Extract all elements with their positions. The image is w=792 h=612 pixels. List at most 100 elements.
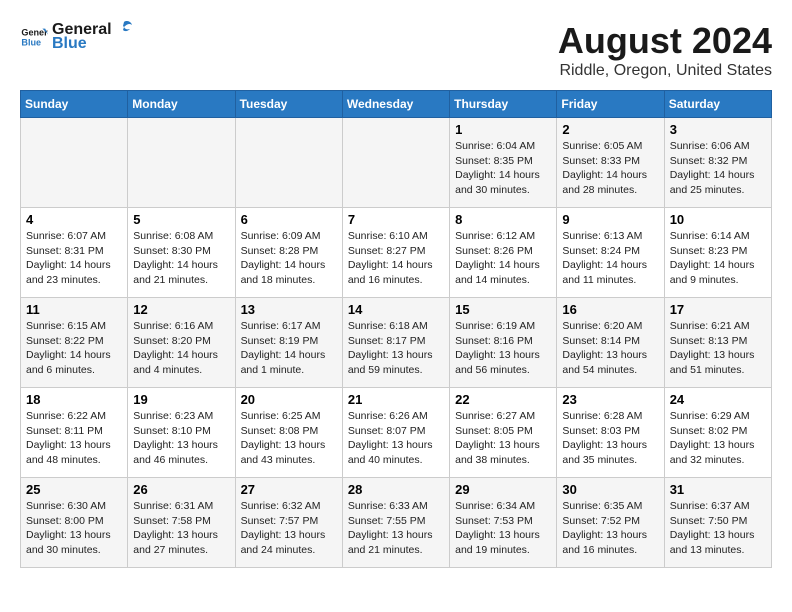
day-info: Sunrise: 6:25 AM Sunset: 8:08 PM Dayligh… bbox=[241, 409, 337, 468]
header-thursday: Thursday bbox=[450, 91, 557, 118]
day-info: Sunrise: 6:23 AM Sunset: 8:10 PM Dayligh… bbox=[133, 409, 229, 468]
day-number: 30 bbox=[562, 482, 658, 497]
calendar-cell: 21 Sunrise: 6:26 AM Sunset: 8:07 PM Dayli… bbox=[342, 388, 449, 478]
day-info: Sunrise: 6:18 AM Sunset: 8:17 PM Dayligh… bbox=[348, 319, 444, 378]
day-info: Sunrise: 6:09 AM Sunset: 8:28 PM Dayligh… bbox=[241, 229, 337, 288]
calendar-cell: 28 Sunrise: 6:33 AM Sunset: 7:55 PM Dayli… bbox=[342, 478, 449, 568]
calendar-cell: 8Sunrise: 6:12 AM Sunset: 8:26 PM Daylig… bbox=[450, 208, 557, 298]
page-subtitle: Riddle, Oregon, United States bbox=[558, 62, 772, 80]
calendar-week-0: 1Sunrise: 6:04 AM Sunset: 8:35 PM Daylig… bbox=[21, 118, 772, 208]
logo-icon: General Blue bbox=[20, 23, 48, 51]
calendar-cell: 14 Sunrise: 6:18 AM Sunset: 8:17 PM Dayli… bbox=[342, 298, 449, 388]
day-number: 6 bbox=[241, 212, 337, 227]
day-number: 13 bbox=[241, 302, 337, 317]
calendar-table: SundayMondayTuesdayWednesdayThursdayFrid… bbox=[20, 90, 772, 568]
day-info: Sunrise: 6:14 AM Sunset: 8:23 PM Dayligh… bbox=[670, 229, 766, 288]
page-header: General Blue General Blue August 2024 Ri… bbox=[20, 20, 772, 80]
day-info: Sunrise: 6:07 AM Sunset: 8:31 PM Dayligh… bbox=[26, 229, 122, 288]
day-number: 3 bbox=[670, 122, 766, 137]
day-info: Sunrise: 6:05 AM Sunset: 8:33 PM Dayligh… bbox=[562, 139, 658, 198]
day-info: Sunrise: 6:19 AM Sunset: 8:16 PM Dayligh… bbox=[455, 319, 551, 378]
day-number: 29 bbox=[455, 482, 551, 497]
logo-bird-icon bbox=[114, 20, 132, 34]
day-info: Sunrise: 6:12 AM Sunset: 8:26 PM Dayligh… bbox=[455, 229, 551, 288]
logo: General Blue General Blue bbox=[20, 20, 132, 53]
day-number: 19 bbox=[133, 392, 229, 407]
calendar-cell: 22 Sunrise: 6:27 AM Sunset: 8:05 PM Dayli… bbox=[450, 388, 557, 478]
calendar-cell: 25 Sunrise: 6:30 AM Sunset: 8:00 PM Dayli… bbox=[21, 478, 128, 568]
day-number: 21 bbox=[348, 392, 444, 407]
calendar-cell: 13 Sunrise: 6:17 AM Sunset: 8:19 PM Dayli… bbox=[235, 298, 342, 388]
calendar-cell: 18Sunrise: 6:22 AM Sunset: 8:11 PM Dayli… bbox=[21, 388, 128, 478]
calendar-cell: 31 Sunrise: 6:37 AM Sunset: 7:50 PM Dayli… bbox=[664, 478, 771, 568]
calendar-header-row: SundayMondayTuesdayWednesdayThursdayFrid… bbox=[21, 91, 772, 118]
day-info: Sunrise: 6:10 AM Sunset: 8:27 PM Dayligh… bbox=[348, 229, 444, 288]
day-info: Sunrise: 6:26 AM Sunset: 8:07 PM Dayligh… bbox=[348, 409, 444, 468]
day-info: Sunrise: 6:06 AM Sunset: 8:32 PM Dayligh… bbox=[670, 139, 766, 198]
day-number: 25 bbox=[26, 482, 122, 497]
day-number: 23 bbox=[562, 392, 658, 407]
calendar-week-2: 11Sunrise: 6:15 AM Sunset: 8:22 PM Dayli… bbox=[21, 298, 772, 388]
calendar-week-4: 25 Sunrise: 6:30 AM Sunset: 8:00 PM Dayli… bbox=[21, 478, 772, 568]
day-info: Sunrise: 6:17 AM Sunset: 8:19 PM Dayligh… bbox=[241, 319, 337, 378]
day-info: Sunrise: 6:08 AM Sunset: 8:30 PM Dayligh… bbox=[133, 229, 229, 288]
calendar-cell bbox=[21, 118, 128, 208]
day-number: 18 bbox=[26, 392, 122, 407]
calendar-cell: 24Sunrise: 6:29 AM Sunset: 8:02 PM Dayli… bbox=[664, 388, 771, 478]
calendar-cell: 16 Sunrise: 6:20 AM Sunset: 8:14 PM Dayli… bbox=[557, 298, 664, 388]
calendar-cell: 5 Sunrise: 6:08 AM Sunset: 8:30 PM Daylig… bbox=[128, 208, 235, 298]
day-number: 15 bbox=[455, 302, 551, 317]
day-number: 4 bbox=[26, 212, 122, 227]
calendar-cell bbox=[128, 118, 235, 208]
day-number: 9 bbox=[562, 212, 658, 227]
calendar-cell: 12Sunrise: 6:16 AM Sunset: 8:20 PM Dayli… bbox=[128, 298, 235, 388]
header-wednesday: Wednesday bbox=[342, 91, 449, 118]
calendar-cell: 26Sunrise: 6:31 AM Sunset: 7:58 PM Dayli… bbox=[128, 478, 235, 568]
day-info: Sunrise: 6:33 AM Sunset: 7:55 PM Dayligh… bbox=[348, 499, 444, 558]
header-tuesday: Tuesday bbox=[235, 91, 342, 118]
day-number: 26 bbox=[133, 482, 229, 497]
header-sunday: Sunday bbox=[21, 91, 128, 118]
page-title: August 2024 bbox=[558, 20, 772, 62]
day-number: 5 bbox=[133, 212, 229, 227]
calendar-cell: 27 Sunrise: 6:32 AM Sunset: 7:57 PM Dayli… bbox=[235, 478, 342, 568]
svg-text:Blue: Blue bbox=[21, 37, 41, 47]
day-number: 28 bbox=[348, 482, 444, 497]
day-number: 12 bbox=[133, 302, 229, 317]
day-number: 22 bbox=[455, 392, 551, 407]
day-number: 24 bbox=[670, 392, 766, 407]
calendar-cell: 20 Sunrise: 6:25 AM Sunset: 8:08 PM Dayli… bbox=[235, 388, 342, 478]
calendar-week-1: 4 Sunrise: 6:07 AM Sunset: 8:31 PM Daylig… bbox=[21, 208, 772, 298]
day-number: 27 bbox=[241, 482, 337, 497]
day-number: 31 bbox=[670, 482, 766, 497]
day-number: 14 bbox=[348, 302, 444, 317]
calendar-cell: 30 Sunrise: 6:35 AM Sunset: 7:52 PM Dayli… bbox=[557, 478, 664, 568]
title-block: August 2024 Riddle, Oregon, United State… bbox=[558, 20, 772, 80]
day-number: 20 bbox=[241, 392, 337, 407]
day-info: Sunrise: 6:32 AM Sunset: 7:57 PM Dayligh… bbox=[241, 499, 337, 558]
calendar-cell bbox=[342, 118, 449, 208]
calendar-cell: 11Sunrise: 6:15 AM Sunset: 8:22 PM Dayli… bbox=[21, 298, 128, 388]
day-info: Sunrise: 6:20 AM Sunset: 8:14 PM Dayligh… bbox=[562, 319, 658, 378]
day-number: 16 bbox=[562, 302, 658, 317]
day-info: Sunrise: 6:34 AM Sunset: 7:53 PM Dayligh… bbox=[455, 499, 551, 558]
day-info: Sunrise: 6:27 AM Sunset: 8:05 PM Dayligh… bbox=[455, 409, 551, 468]
calendar-cell: 4 Sunrise: 6:07 AM Sunset: 8:31 PM Daylig… bbox=[21, 208, 128, 298]
header-monday: Monday bbox=[128, 91, 235, 118]
calendar-cell: 15 Sunrise: 6:19 AM Sunset: 8:16 PM Dayli… bbox=[450, 298, 557, 388]
calendar-cell: 10 Sunrise: 6:14 AM Sunset: 8:23 PM Dayli… bbox=[664, 208, 771, 298]
day-info: Sunrise: 6:35 AM Sunset: 7:52 PM Dayligh… bbox=[562, 499, 658, 558]
day-number: 17 bbox=[670, 302, 766, 317]
calendar-cell: 23Sunrise: 6:28 AM Sunset: 8:03 PM Dayli… bbox=[557, 388, 664, 478]
calendar-cell: 9Sunrise: 6:13 AM Sunset: 8:24 PM Daylig… bbox=[557, 208, 664, 298]
calendar-cell: 7Sunrise: 6:10 AM Sunset: 8:27 PM Daylig… bbox=[342, 208, 449, 298]
calendar-cell: 1Sunrise: 6:04 AM Sunset: 8:35 PM Daylig… bbox=[450, 118, 557, 208]
day-info: Sunrise: 6:37 AM Sunset: 7:50 PM Dayligh… bbox=[670, 499, 766, 558]
calendar-cell: 29 Sunrise: 6:34 AM Sunset: 7:53 PM Dayli… bbox=[450, 478, 557, 568]
calendar-cell: 3 Sunrise: 6:06 AM Sunset: 8:32 PM Daylig… bbox=[664, 118, 771, 208]
day-number: 10 bbox=[670, 212, 766, 227]
calendar-cell: 17Sunrise: 6:21 AM Sunset: 8:13 PM Dayli… bbox=[664, 298, 771, 388]
calendar-cell: 6 Sunrise: 6:09 AM Sunset: 8:28 PM Daylig… bbox=[235, 208, 342, 298]
day-info: Sunrise: 6:30 AM Sunset: 8:00 PM Dayligh… bbox=[26, 499, 122, 558]
header-friday: Friday bbox=[557, 91, 664, 118]
